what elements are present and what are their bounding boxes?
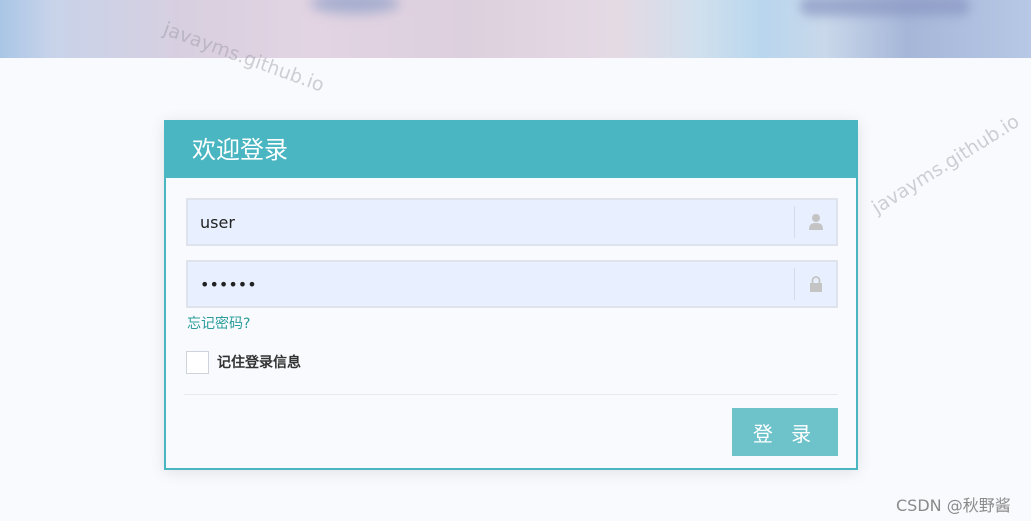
header-banner	[0, 0, 1031, 58]
divider	[184, 394, 838, 395]
user-icon	[794, 206, 836, 238]
username-input[interactable]	[188, 200, 794, 244]
username-field[interactable]	[186, 198, 838, 246]
remember-checkbox[interactable]	[186, 350, 209, 374]
login-title: 欢迎登录	[166, 122, 856, 178]
csdn-credit: CSDN @秋野酱	[896, 496, 1011, 515]
password-input[interactable]	[188, 262, 794, 306]
remember-label: 记住登录信息	[217, 355, 301, 371]
login-button[interactable]: 登 录	[732, 408, 838, 456]
remember-me[interactable]: 记住登录信息	[186, 350, 301, 374]
forgot-password-link[interactable]: 忘记密码?	[187, 313, 250, 333]
watermark-right: javayms.github.io	[868, 110, 1024, 219]
password-field[interactable]	[186, 260, 838, 308]
lock-icon	[794, 268, 836, 300]
login-panel: 欢迎登录 忘记密码? 记住登录信息 登 录	[164, 120, 858, 470]
